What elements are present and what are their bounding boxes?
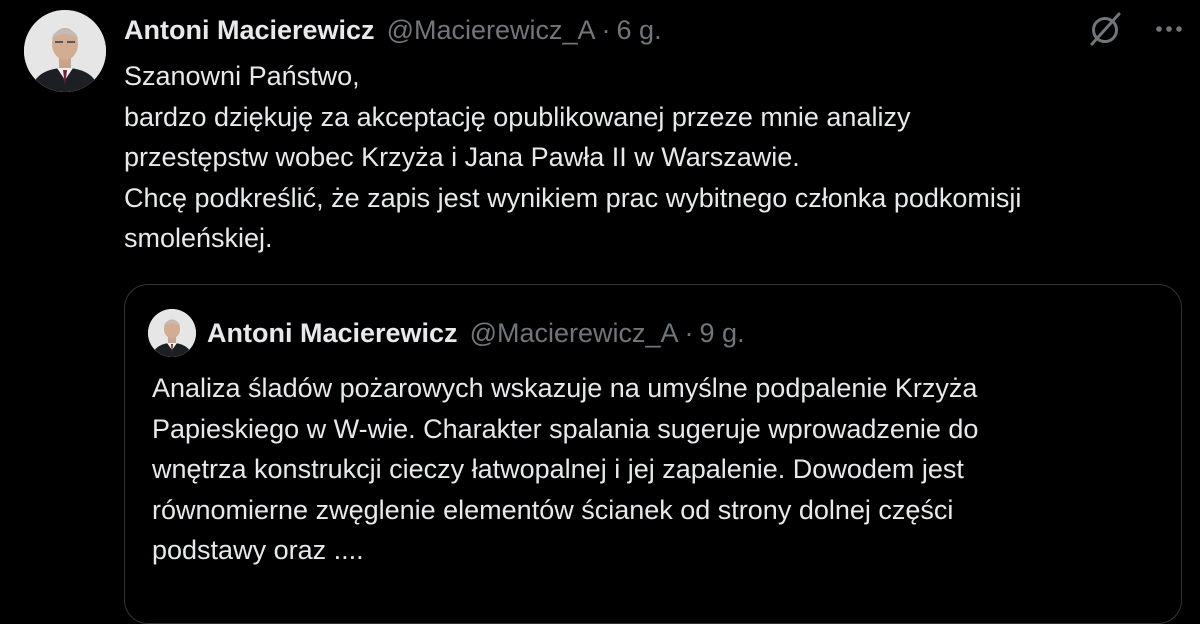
avatar-portrait-icon [148, 309, 196, 357]
tweet-text-line: przestępstw wobec Krzyża i Jana Pawła II… [124, 142, 800, 172]
tweet-header: Antoni Macierewicz @Macierewicz_A · 6 g. [124, 12, 662, 48]
quoted-header: Antoni Macierewicz @Macierewicz_A · 9 g. [207, 315, 745, 351]
author-name[interactable]: Antoni Macierewicz [124, 15, 375, 46]
quoted-author-handle[interactable]: @Macierewicz_A [470, 318, 679, 349]
separator-dot: · [601, 14, 611, 45]
quoted-timestamp[interactable]: 9 g. [700, 318, 745, 349]
quoted-author-name[interactable]: Antoni Macierewicz [207, 318, 458, 349]
tweet-text-line: Szanowni Państwo, [124, 61, 360, 91]
avatar[interactable] [24, 10, 106, 92]
avatar-portrait-icon [24, 10, 106, 92]
quoted-text-line: Analiza śladów pożarowych wskazuje na um… [152, 373, 978, 403]
separator-dot: · [684, 317, 694, 348]
tweet-text-line: smoleńskiej. [124, 223, 273, 253]
timestamp[interactable]: 6 g. [617, 15, 662, 46]
quoted-tweet[interactable]: Antoni Macierewicz @Macierewicz_A · 9 g.… [124, 284, 1182, 624]
quoted-text-line: wnętrza konstrukcji cieczy łatwopalnej i… [152, 454, 964, 484]
quoted-text-line: Papieskiego w W-wie. Charakter spalania … [152, 413, 979, 444]
tweet-text-line: Chcę podkreślić, że zapis jest wynikiem … [124, 182, 1022, 213]
grok-icon[interactable] [1086, 10, 1124, 48]
quoted-text: Analiza śladów pożarowych wskazuje na um… [152, 368, 1162, 571]
tweet-actions [1086, 10, 1186, 48]
quoted-text-line: podstawy oraz .... [152, 535, 364, 565]
quoted-avatar[interactable] [148, 309, 196, 357]
tweet[interactable]: Antoni Macierewicz @Macierewicz_A · 6 g.… [0, 0, 1200, 624]
author-handle[interactable]: @Macierewicz_A [387, 15, 596, 46]
tweet-text: Szanowni Państwo, bardzo dziękuję za akc… [124, 56, 1174, 259]
quoted-text-line: równomierne zwęglenie elementów ścianek … [152, 494, 954, 525]
tweet-text-line: bardzo dziękuję za akceptację opublikowa… [124, 101, 911, 132]
more-icon[interactable] [1152, 12, 1186, 46]
